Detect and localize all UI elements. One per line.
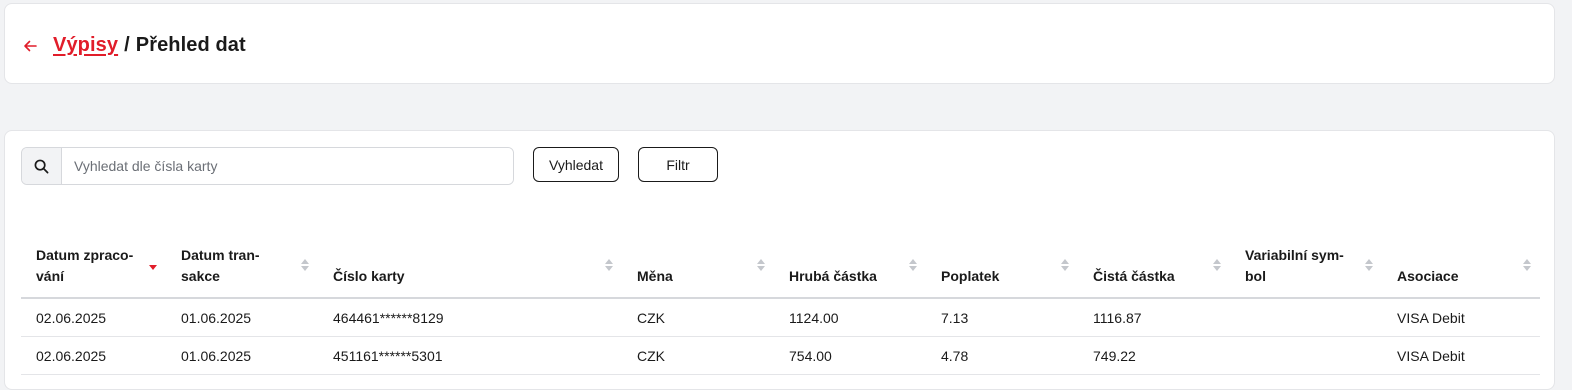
column-header[interactable]: Poplatek bbox=[926, 244, 1078, 299]
sort-icon[interactable] bbox=[756, 258, 766, 272]
table-cell: 451161******5301 bbox=[318, 336, 622, 375]
table-cell: VISA Debit bbox=[1382, 298, 1540, 337]
column-header-label: vání bbox=[36, 268, 65, 284]
sort-icon[interactable] bbox=[604, 258, 614, 272]
data-overview-panel: Vyhledat Filtr Datum zpraco-váníDatum tr… bbox=[4, 130, 1555, 390]
breadcrumb-link-vypisy[interactable]: Výpisy bbox=[53, 34, 118, 56]
column-header[interactable]: Datum zpraco-vání bbox=[21, 244, 166, 299]
column-header[interactable]: Hrubá částka bbox=[774, 244, 926, 299]
search-input[interactable] bbox=[62, 148, 513, 184]
table-cell: 01.06.2025 bbox=[166, 336, 318, 375]
breadcrumb: Výpisy / Přehled dat bbox=[53, 34, 246, 57]
column-header-label: bol bbox=[1245, 268, 1266, 284]
sort-icon[interactable] bbox=[1522, 258, 1532, 272]
column-header-label: Asociace bbox=[1397, 268, 1459, 284]
column-header[interactable]: Asociace bbox=[1382, 244, 1540, 299]
filter-button[interactable]: Filtr bbox=[638, 147, 718, 182]
column-header-label: Datum tran- bbox=[181, 247, 260, 263]
sort-icon[interactable] bbox=[1060, 258, 1070, 272]
search-icon-addon bbox=[22, 148, 62, 184]
sort-icon[interactable] bbox=[300, 258, 310, 272]
column-header-label: Měna bbox=[637, 268, 673, 284]
search-group bbox=[21, 147, 514, 185]
table-cell: 749.22 bbox=[1078, 336, 1230, 375]
table-cell: 1124.00 bbox=[774, 298, 926, 337]
search-button[interactable]: Vyhledat bbox=[533, 147, 619, 182]
table-cell: 464461******8129 bbox=[318, 298, 622, 337]
table-cell: 7.13 bbox=[926, 298, 1078, 337]
table-cell: VISA Debit bbox=[1382, 336, 1540, 375]
table-cell: 1116.87 bbox=[1078, 298, 1230, 337]
column-header[interactable]: Datum tran-sakce bbox=[166, 244, 318, 299]
column-header-label: Variabilní sym- bbox=[1245, 247, 1344, 263]
sort-icon[interactable] bbox=[1212, 258, 1222, 272]
table-cell: 02.06.2025 bbox=[21, 336, 166, 375]
column-header-label: sakce bbox=[181, 268, 220, 284]
page-title: Přehled dat bbox=[135, 34, 246, 56]
column-header[interactable]: Variabilní sym-bol bbox=[1230, 244, 1382, 299]
back-arrow-icon[interactable] bbox=[21, 37, 39, 55]
column-header-label: Datum zpraco- bbox=[36, 247, 134, 263]
page-header: Výpisy / Přehled dat bbox=[4, 3, 1555, 84]
table-cell: CZK bbox=[622, 298, 774, 337]
table-body: 02.06.2025 01.06.2025 464461******8129 CZK 1… bbox=[21, 298, 1540, 375]
column-header-label: Čistá částka bbox=[1093, 268, 1175, 284]
table-row[interactable]: 02.06.2025 01.06.2025 451161******5301 CZK 7… bbox=[21, 336, 1540, 375]
breadcrumb-separator: / bbox=[124, 34, 130, 56]
column-header[interactable]: Měna bbox=[622, 244, 774, 299]
table-cell: 02.06.2025 bbox=[21, 298, 166, 337]
transactions-table: Datum zpraco-vání Datum tran-sakce Číslo k… bbox=[21, 244, 1540, 375]
column-header-label: Hrubá částka bbox=[789, 268, 877, 284]
table-header-row: Datum zpraco-vání Datum tran-sakce Číslo k… bbox=[21, 244, 1540, 299]
table-cell bbox=[1230, 336, 1382, 375]
column-header-label: Číslo karty bbox=[333, 268, 405, 284]
sort-icon[interactable] bbox=[908, 258, 918, 272]
column-header[interactable]: Čistá částka bbox=[1078, 244, 1230, 299]
sort-descending-icon[interactable] bbox=[148, 264, 158, 278]
search-icon bbox=[34, 159, 49, 173]
column-header[interactable]: Číslo karty bbox=[318, 244, 622, 299]
table-cell: 754.00 bbox=[774, 336, 926, 375]
table-cell bbox=[1230, 298, 1382, 337]
table-cell: 4.78 bbox=[926, 336, 1078, 375]
column-header-label: Poplatek bbox=[941, 268, 1000, 284]
table-row[interactable]: 02.06.2025 01.06.2025 464461******8129 CZK 1… bbox=[21, 298, 1540, 337]
table-cell: 01.06.2025 bbox=[166, 298, 318, 337]
sort-icon[interactable] bbox=[1364, 258, 1374, 272]
table-cell: CZK bbox=[622, 336, 774, 375]
